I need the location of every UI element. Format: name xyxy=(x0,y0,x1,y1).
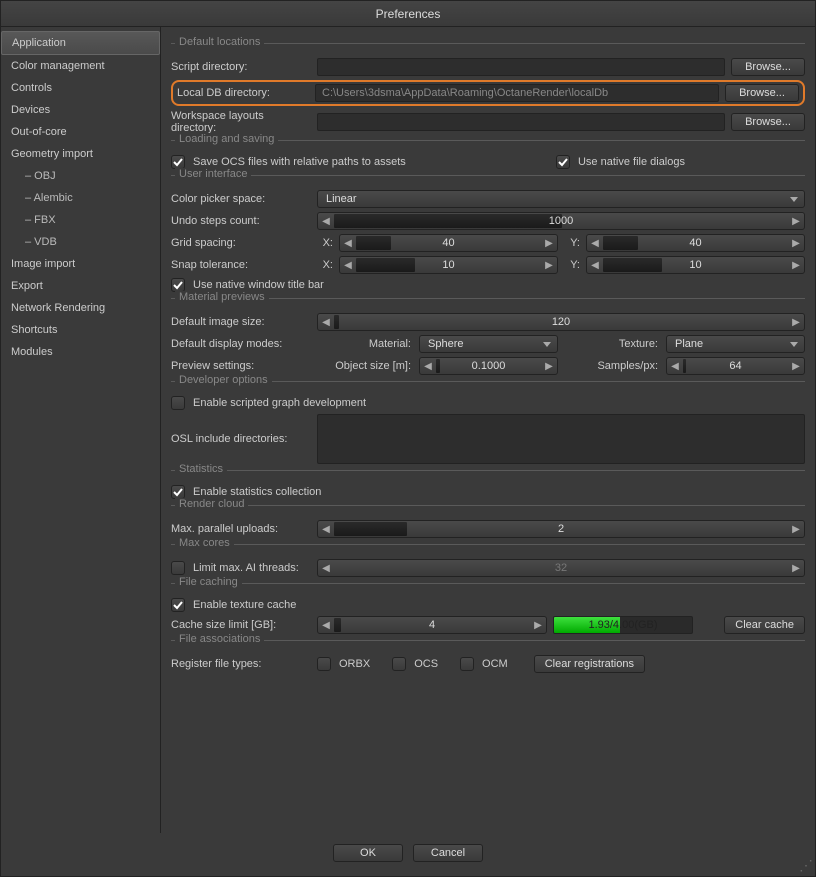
img-size-slider[interactable]: ◀120▶ xyxy=(317,313,805,331)
snap-y-slider[interactable]: ◀10▶ xyxy=(586,256,805,274)
undo-steps-slider[interactable]: ◀ 1000 ▶ xyxy=(317,212,805,230)
save-ocs-checkbox[interactable]: Save OCS files with relative paths to as… xyxy=(171,155,406,169)
sidebar-item-12[interactable]: Network Rendering xyxy=(1,297,160,319)
section-loading-saving: Loading and saving xyxy=(175,133,278,145)
ai-threads-slider: ◀32▶ xyxy=(317,559,805,577)
clear-registrations-button[interactable]: Clear registrations xyxy=(534,655,645,673)
label-cache-size: Cache size limit [GB]: xyxy=(171,619,311,631)
sidebar-item-3[interactable]: Devices xyxy=(1,99,160,121)
label-osl-include: OSL include directories: xyxy=(171,433,311,445)
label-max-uploads: Max. parallel uploads: xyxy=(171,523,311,535)
label-y: Y: xyxy=(564,237,580,249)
local-db-row-highlight: Local DB directory: C:\Users\3dsma\AppDa… xyxy=(171,80,805,106)
label-texture: Texture: xyxy=(564,338,660,350)
texture-cache-label: Enable texture cache xyxy=(193,599,296,611)
label-samples-px: Samples/px: xyxy=(564,360,660,372)
resize-grip-icon[interactable]: ⋰ xyxy=(799,860,813,874)
label-y2: Y: xyxy=(564,259,580,271)
label-undo-steps: Undo steps count: xyxy=(171,215,311,227)
label-snap-tol: Snap tolerance: xyxy=(171,259,311,271)
ocm-checkbox[interactable]: OCM xyxy=(460,657,508,671)
sidebar-item-10[interactable]: Image import xyxy=(1,253,160,275)
section-user-interface: User interface xyxy=(175,168,251,180)
window-title: Preferences xyxy=(1,1,815,27)
osl-include-input[interactable] xyxy=(317,414,805,464)
sidebar-item-5[interactable]: Geometry import xyxy=(1,143,160,165)
sidebar-item-4[interactable]: Out-of-core xyxy=(1,121,160,143)
sidebar-item-2[interactable]: Controls xyxy=(1,77,160,99)
section-statistics: Statistics xyxy=(175,463,227,475)
label-script-dir: Script directory: xyxy=(171,61,311,73)
label-object-size: Object size [m]: xyxy=(317,360,413,372)
sidebar-item-13[interactable]: Shortcuts xyxy=(1,319,160,341)
label-x: X: xyxy=(317,237,333,249)
color-picker-dropdown[interactable]: Linear xyxy=(317,190,805,208)
browse-local-db-button[interactable]: Browse... xyxy=(725,84,799,102)
section-default-locations: Default locations xyxy=(175,36,264,48)
grid-x-slider[interactable]: ◀40▶ xyxy=(339,234,558,252)
label-x2: X: xyxy=(317,259,333,271)
scripted-graph-checkbox[interactable]: Enable scripted graph development xyxy=(171,396,366,410)
clear-cache-button[interactable]: Clear cache xyxy=(724,616,805,634)
save-ocs-label: Save OCS files with relative paths to as… xyxy=(193,156,406,168)
native-dialogs-checkbox[interactable]: Use native file dialogs xyxy=(556,155,685,169)
native-titlebar-label: Use native window title bar xyxy=(193,279,324,291)
cache-size-slider[interactable]: ◀4▶ xyxy=(317,616,547,634)
sidebar-item-9[interactable]: – VDB xyxy=(1,231,160,253)
stats-label: Enable statistics collection xyxy=(193,486,321,498)
label-register-types: Register file types: xyxy=(171,658,311,670)
label-material: Material: xyxy=(317,338,413,350)
section-render-cloud: Render cloud xyxy=(175,498,248,510)
label-local-db: Local DB directory: xyxy=(177,87,309,99)
browse-workspace-button[interactable]: Browse... xyxy=(731,113,805,131)
local-db-input[interactable]: C:\Users\3dsma\AppData\Roaming\OctaneRen… xyxy=(315,84,719,102)
sidebar-item-11[interactable]: Export xyxy=(1,275,160,297)
sidebar: ApplicationColor managementControlsDevic… xyxy=(1,27,161,833)
snap-x-slider[interactable]: ◀10▶ xyxy=(339,256,558,274)
native-dialogs-label: Use native file dialogs xyxy=(578,156,685,168)
section-file-associations: File associations xyxy=(175,633,264,645)
label-display-modes: Default display modes: xyxy=(171,338,311,350)
sidebar-item-7[interactable]: – Alembic xyxy=(1,187,160,209)
footer: OK Cancel xyxy=(1,833,815,873)
script-dir-input[interactable] xyxy=(317,58,725,76)
section-file-caching: File caching xyxy=(175,576,242,588)
section-material-previews: Material previews xyxy=(175,291,269,303)
orbx-checkbox[interactable]: ORBX xyxy=(317,657,370,671)
texture-cache-checkbox[interactable]: Enable texture cache xyxy=(171,598,296,612)
ok-button[interactable]: OK xyxy=(333,844,403,862)
sidebar-item-8[interactable]: – FBX xyxy=(1,209,160,231)
uploads-slider[interactable]: ◀2▶ xyxy=(317,520,805,538)
label-grid-spacing: Grid spacing: xyxy=(171,237,311,249)
samples-slider[interactable]: ◀64▶ xyxy=(666,357,805,375)
material-dropdown[interactable]: Sphere xyxy=(419,335,558,353)
object-size-slider[interactable]: ◀0.1000▶ xyxy=(419,357,558,375)
grid-y-slider[interactable]: ◀40▶ xyxy=(586,234,805,252)
sidebar-item-1[interactable]: Color management xyxy=(1,55,160,77)
ocs-checkbox[interactable]: OCS xyxy=(392,657,438,671)
content-panel: Default locations Script directory: Brow… xyxy=(161,27,815,833)
label-default-img-size: Default image size: xyxy=(171,316,311,328)
texture-dropdown[interactable]: Plane xyxy=(666,335,805,353)
section-max-cores: Max cores xyxy=(175,537,234,549)
sidebar-item-0[interactable]: Application xyxy=(1,31,160,55)
browse-script-dir-button[interactable]: Browse... xyxy=(731,58,805,76)
label-color-picker: Color picker space: xyxy=(171,193,311,205)
sidebar-item-14[interactable]: Modules xyxy=(1,341,160,363)
label-workspace-layouts: Workspace layouts directory: xyxy=(171,110,311,134)
native-titlebar-checkbox[interactable]: Use native window title bar xyxy=(171,278,324,292)
sidebar-item-6[interactable]: – OBJ xyxy=(1,165,160,187)
limit-ai-label: Limit max. AI threads: xyxy=(193,562,299,574)
label-preview-settings: Preview settings: xyxy=(171,360,311,372)
section-developer-options: Developer options xyxy=(175,374,272,386)
cancel-button[interactable]: Cancel xyxy=(413,844,483,862)
cache-usage-progress: 1.93/4.00(GB) xyxy=(553,616,693,634)
workspace-layouts-input[interactable] xyxy=(317,113,725,131)
stats-checkbox[interactable]: Enable statistics collection xyxy=(171,485,321,499)
limit-ai-checkbox[interactable]: Limit max. AI threads: xyxy=(171,561,311,575)
scripted-graph-label: Enable scripted graph development xyxy=(193,397,366,409)
